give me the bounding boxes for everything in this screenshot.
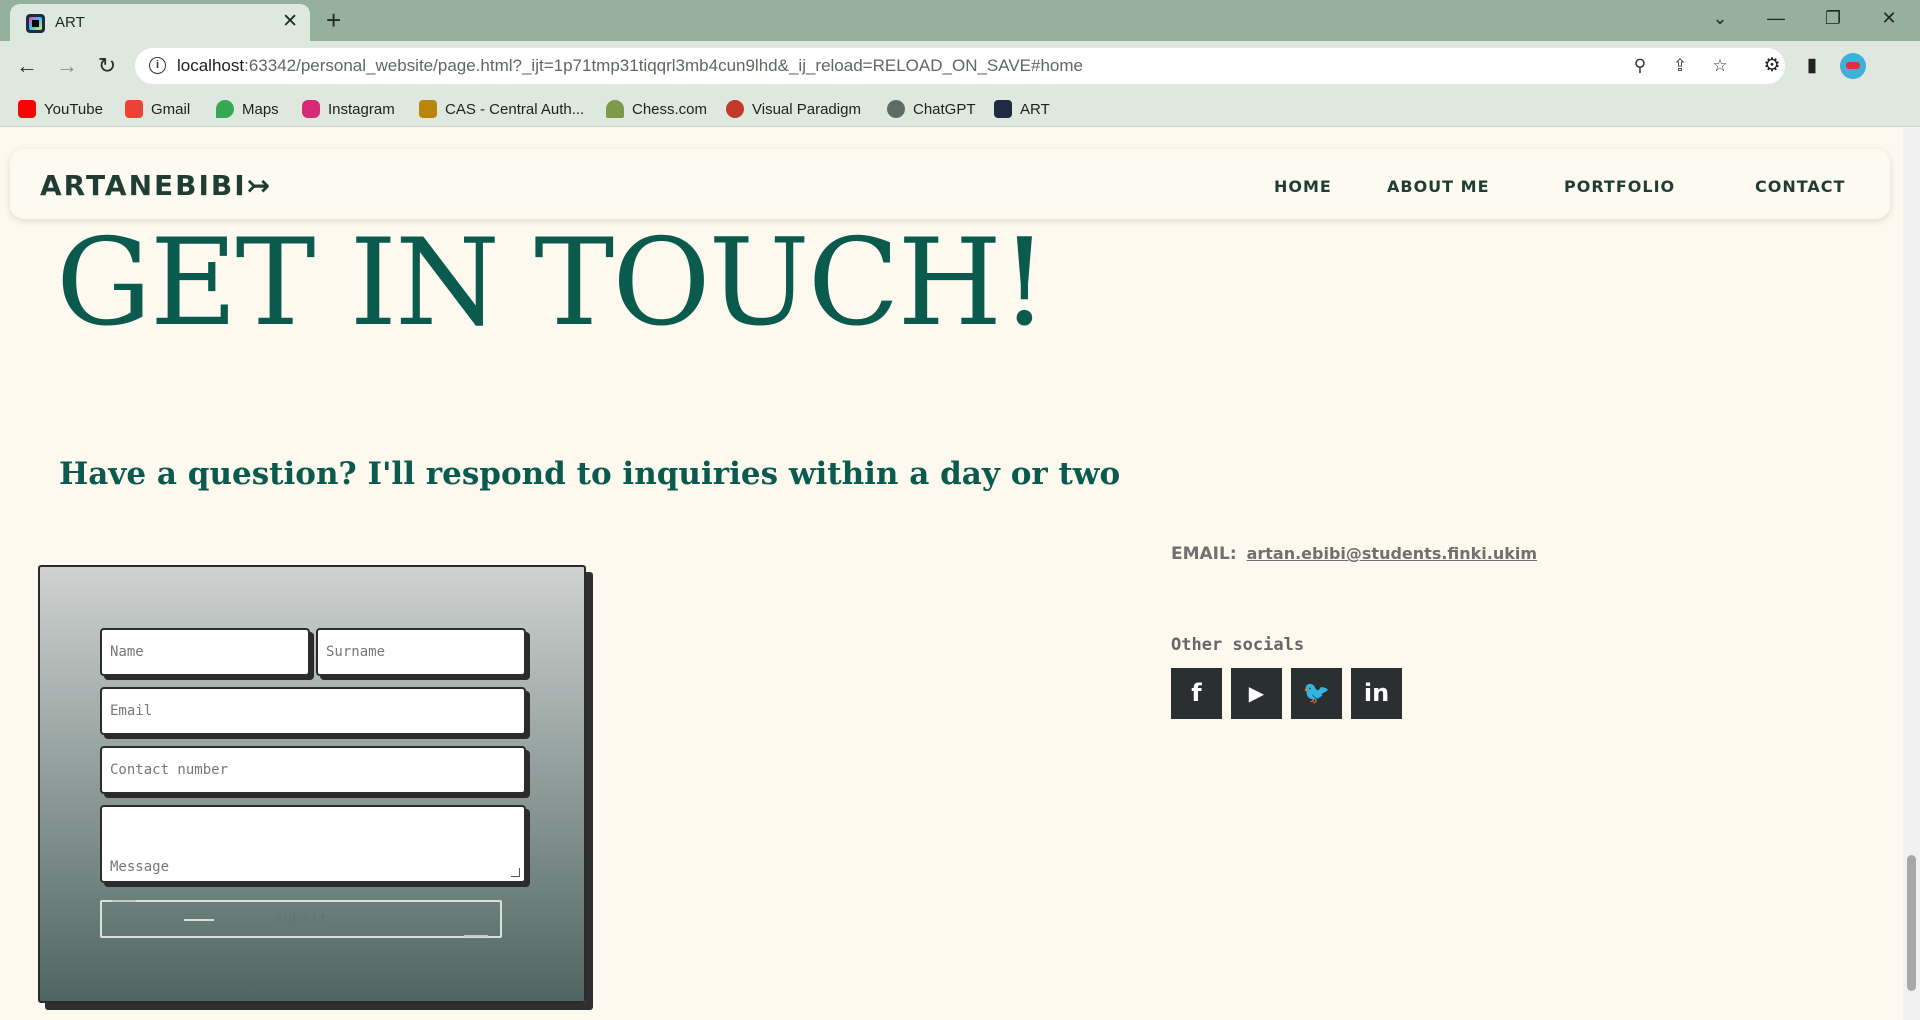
maps-icon bbox=[216, 100, 234, 118]
browser-tab[interactable]: ART ✕ bbox=[10, 4, 310, 41]
tab-search-icon[interactable]: ⌄ bbox=[1700, 5, 1740, 31]
tab-title: ART bbox=[55, 14, 85, 31]
url-text[interactable]: localhost:63342/personal_website/page.ht… bbox=[177, 56, 1083, 76]
linkedin-icon[interactable]: in bbox=[1351, 668, 1402, 719]
reload-icon[interactable]: ↻ bbox=[93, 52, 121, 80]
contact-form: Name Surname Email Contact number Messag… bbox=[38, 565, 586, 1003]
window-close-icon[interactable]: ✕ bbox=[1869, 5, 1909, 31]
bookmark-art[interactable]: ART bbox=[994, 99, 1050, 119]
profile-avatar-icon[interactable] bbox=[1840, 53, 1866, 79]
bookmark-visual-paradigm[interactable]: Visual Paradigm bbox=[726, 99, 861, 119]
gmail-icon bbox=[125, 100, 143, 118]
nav-about-me[interactable]: ABOUT ME bbox=[1387, 177, 1490, 196]
page-title: GET IN TOUCH! bbox=[56, 214, 1048, 353]
surname-input[interactable]: Surname bbox=[316, 628, 526, 676]
facebook-icon[interactable]: f bbox=[1171, 668, 1222, 719]
restore-icon[interactable]: ❐ bbox=[1813, 5, 1853, 31]
new-tab-icon[interactable]: + bbox=[326, 6, 341, 34]
contact-number-input[interactable]: Contact number bbox=[100, 746, 526, 794]
button-decoration bbox=[464, 935, 488, 937]
site-info-icon[interactable]: i bbox=[149, 57, 166, 74]
forward-icon[interactable]: → bbox=[53, 52, 81, 80]
chess-icon bbox=[606, 100, 624, 118]
bookmark-chatgpt[interactable]: ChatGPT bbox=[887, 99, 976, 119]
art-icon bbox=[994, 100, 1012, 118]
bookmark-youtube[interactable]: YouTube bbox=[18, 99, 103, 119]
submit-label: submit bbox=[273, 910, 329, 928]
chatgpt-icon bbox=[887, 100, 905, 118]
page-scrollbar[interactable] bbox=[1903, 128, 1920, 1020]
tab-strip: ART ✕ + ⌄ — ❐ ✕ bbox=[0, 0, 1920, 41]
browser-toolbar: ← → ↻ i localhost:63342/personal_website… bbox=[0, 41, 1920, 91]
nav-contact[interactable]: CONTACT bbox=[1755, 177, 1845, 196]
message-placeholder: Message bbox=[110, 859, 170, 875]
bookmark-instagram[interactable]: Instagram bbox=[302, 99, 395, 119]
site-navbar: ARTANEBIBI↣ HOME ABOUT ME PORTFOLIO CONT… bbox=[10, 149, 1890, 219]
site-logo[interactable]: ARTANEBIBI↣ bbox=[40, 169, 272, 202]
extensions-icon[interactable]: ⚙ bbox=[1760, 54, 1784, 78]
instagram-icon bbox=[302, 100, 320, 118]
scrollbar-thumb[interactable] bbox=[1907, 855, 1916, 991]
youtube-icon bbox=[18, 100, 36, 118]
zoom-icon[interactable]: ⚲ bbox=[1630, 56, 1650, 76]
side-panel-icon[interactable]: ▮ bbox=[1800, 54, 1824, 78]
name-input[interactable]: Name bbox=[100, 628, 310, 676]
email-input[interactable]: Email bbox=[100, 687, 526, 735]
youtube-icon[interactable]: ▶ bbox=[1231, 668, 1282, 719]
nav-portfolio[interactable]: PORTFOLIO bbox=[1564, 177, 1675, 196]
cas-icon bbox=[419, 100, 437, 118]
page-subtitle: Have a question? I'll respond to inquiri… bbox=[59, 456, 1121, 492]
bookmark-cas[interactable]: CAS - Central Auth... bbox=[419, 99, 584, 119]
bookmark-gmail[interactable]: Gmail bbox=[125, 99, 190, 119]
resize-handle-icon[interactable] bbox=[511, 868, 520, 877]
bookmark-chess[interactable]: Chess.com bbox=[606, 99, 707, 119]
email-link[interactable]: artan.ebibi@students.finki.ukim bbox=[1247, 544, 1537, 563]
message-textarea[interactable]: Message bbox=[100, 805, 526, 883]
nav-home[interactable]: HOME bbox=[1274, 177, 1332, 196]
twitter-icon[interactable]: 🐦 bbox=[1291, 668, 1342, 719]
button-decoration bbox=[112, 900, 136, 902]
email-contact: EMAIL: artan.ebibi@students.finki.ukim bbox=[1171, 544, 1537, 564]
visual-paradigm-icon bbox=[726, 100, 744, 118]
back-icon[interactable]: ← bbox=[13, 52, 41, 80]
page-viewport: ARTANEBIBI↣ HOME ABOUT ME PORTFOLIO CONT… bbox=[0, 128, 1903, 1020]
bookmark-maps[interactable]: Maps bbox=[216, 99, 279, 119]
socials-heading: Other socials bbox=[1171, 635, 1305, 655]
bookmarks-bar: YouTube Gmail Maps Instagram CAS - Centr… bbox=[0, 91, 1920, 127]
share-icon[interactable]: ⇪ bbox=[1670, 56, 1690, 76]
close-tab-icon[interactable]: ✕ bbox=[282, 12, 298, 31]
address-bar[interactable]: i localhost:63342/personal_website/page.… bbox=[135, 48, 1785, 84]
submit-button[interactable]: submit bbox=[100, 900, 502, 938]
art-favicon-icon bbox=[26, 14, 45, 33]
bookmark-star-icon[interactable]: ☆ bbox=[1710, 56, 1730, 76]
button-decoration bbox=[184, 919, 214, 921]
email-label: EMAIL: bbox=[1171, 544, 1237, 564]
minimize-icon[interactable]: — bbox=[1756, 5, 1796, 31]
